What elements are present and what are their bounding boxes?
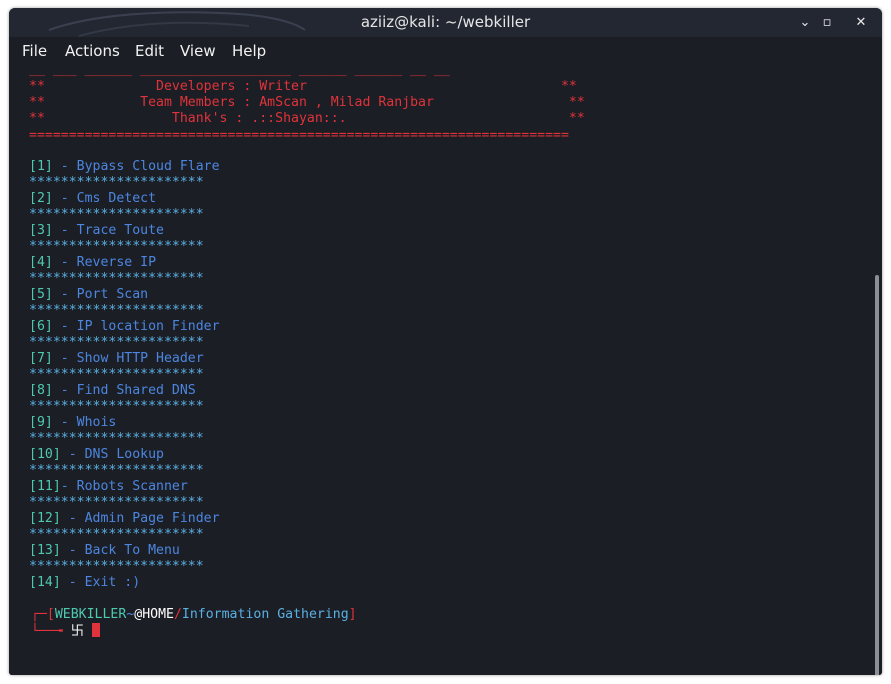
close-icon: ✕ [855, 15, 867, 30]
option-number: [12] [29, 511, 61, 526]
option-separator: ********************** [29, 431, 204, 446]
option-label: - Port Scan [52, 287, 149, 302]
option-label: - Trace Toute [52, 223, 164, 238]
prompt-open-bracket: [ [46, 607, 55, 622]
menu-option: [5] - Port Scan [29, 287, 148, 303]
window-title: aziiz@kali: ~/webkiller [360, 13, 531, 31]
option-separator: ********************** [29, 367, 204, 382]
menu-actions[interactable]: Actions [65, 37, 120, 65]
option-label: - Back To Menu [60, 543, 180, 558]
option-label: - Whois [52, 415, 117, 430]
option-label: - Bypass Cloud Flare [52, 159, 220, 174]
option-label: - Admin Page Finder [60, 511, 220, 526]
option-label: - Find Shared DNS [52, 383, 196, 398]
menu-file[interactable]: File [22, 37, 47, 65]
menu-help[interactable]: Help [232, 37, 266, 65]
option-label: - Cms Detect [52, 191, 157, 206]
input-line[interactable]: └──╼ 卐 [31, 623, 100, 639]
option-number: [14] [29, 575, 61, 590]
menu-edit[interactable]: Edit [135, 37, 164, 65]
menu-option: [3] - Trace Toute [29, 223, 164, 239]
option-number: [1] [29, 159, 53, 174]
option-separator: ********************** [29, 207, 204, 222]
minimize-icon: ⌄ [799, 15, 811, 30]
option-separator: ********************** [29, 527, 204, 542]
menu-option: [13] - Back To Menu [29, 543, 180, 559]
option-number: [3] [29, 223, 53, 238]
menu-option: [11]- Robots Scanner [29, 479, 188, 495]
maximize-button[interactable]: ▫ [813, 8, 841, 37]
menu-option: [6] - IP location Finder [29, 319, 220, 335]
scrollbar-thumb[interactable] [875, 275, 879, 675]
menu-view[interactable]: View [180, 37, 216, 65]
option-separator: ********************** [29, 463, 204, 478]
option-separator: ********************** [29, 495, 204, 510]
option-number: [8] [29, 383, 53, 398]
option-label: - Exit :) [60, 575, 141, 590]
banner-thanks: ** Thank's : .::Shayan::. ** [29, 111, 585, 126]
option-separator: ********************** [29, 239, 204, 254]
terminal-output[interactable]: __ ___ ______ ___________________ ______… [9, 62, 882, 675]
banner-team: ** Team Members : AmScan , Milad Ranjbar… [29, 95, 585, 110]
option-separator: ********************** [29, 399, 204, 414]
banner-developers: ** Developers : Writer ** [29, 79, 577, 94]
option-number: [6] [29, 319, 53, 334]
option-separator: ********************** [29, 271, 204, 286]
prompt-slash: / [173, 607, 182, 622]
option-label: - Reverse IP [52, 255, 157, 270]
option-number: [4] [29, 255, 53, 270]
prompt-corner-top: ┌─ [31, 607, 47, 622]
prompt-corner-bottom: └──╼ [31, 624, 63, 639]
banner-top-line: __ ___ ______ ___________________ ______… [29, 62, 450, 77]
option-separator: ********************** [29, 335, 204, 350]
option-number: [11] [29, 479, 61, 494]
option-label: - Robots Scanner [60, 479, 188, 494]
menu-option: [9] - Whois [29, 415, 116, 431]
title-bar[interactable]: aziiz@kali: ~/webkiller ⌄ ▫ ✕ [9, 8, 882, 37]
prompt-section: Information Gathering [181, 607, 349, 622]
menu-option: [14] - Exit :) [29, 575, 140, 591]
close-button[interactable]: ✕ [847, 8, 875, 37]
option-label: - DNS Lookup [60, 447, 164, 462]
option-number: [7] [29, 351, 53, 366]
menu-option: [8] - Find Shared DNS [29, 383, 196, 399]
option-number: [9] [29, 415, 53, 430]
terminal-window: aziiz@kali: ~/webkiller ⌄ ▫ ✕ File Actio… [9, 8, 882, 675]
option-separator: ********************** [29, 303, 204, 318]
prompt-symbol: 卐 [70, 624, 84, 639]
menu-option: [12] - Admin Page Finder [29, 511, 220, 527]
menu-option: [1] - Bypass Cloud Flare [29, 159, 220, 175]
option-label: - IP location Finder [52, 319, 220, 334]
option-separator: ********************** [29, 559, 204, 574]
maximize-icon: ▫ [822, 15, 832, 30]
option-label: - Show HTTP Header [52, 351, 204, 366]
menu-bar: File Actions Edit View Help [9, 37, 882, 65]
menu-option: [2] - Cms Detect [29, 191, 156, 207]
option-number: [10] [29, 447, 61, 462]
menu-option: [10] - DNS Lookup [29, 447, 164, 463]
prompt-home: @HOME [134, 607, 174, 622]
text-cursor [91, 623, 100, 637]
option-separator: ********************** [29, 175, 204, 190]
option-number: [5] [29, 287, 53, 302]
option-number: [2] [29, 191, 53, 206]
prompt-name: WEBKILLER [54, 607, 127, 622]
menu-option: [7] - Show HTTP Header [29, 351, 204, 367]
option-number: [13] [29, 543, 61, 558]
prompt-line: ┌─[WEBKILLER~@HOME/Information Gathering… [31, 607, 357, 623]
banner-rule: ========================================… [29, 128, 569, 143]
menu-option: [4] - Reverse IP [29, 255, 156, 271]
prompt-close-bracket: ] [348, 607, 357, 622]
